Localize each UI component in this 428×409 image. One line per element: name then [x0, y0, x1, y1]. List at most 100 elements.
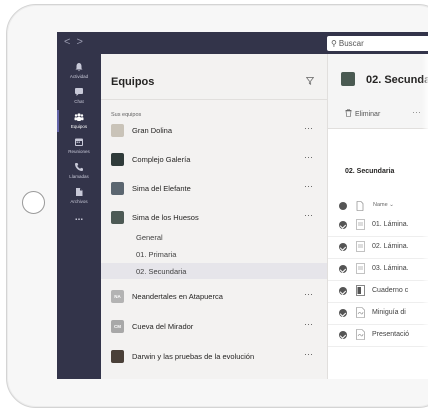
delete-button[interactable]: Eliminar — [345, 109, 380, 118]
filter-icon[interactable] — [306, 77, 314, 85]
more-options-icon[interactable]: ··· — [304, 152, 313, 162]
more-options-icon[interactable]: ··· — [304, 319, 313, 329]
rail-label: Archivos — [70, 199, 88, 204]
channel-name: 01. Primaria — [136, 250, 177, 259]
team-name: Neandertales en Atapuerca — [132, 292, 223, 301]
file-row[interactable]: Cuaderno c — [328, 280, 428, 303]
channel-item-secundaria[interactable]: 02. Secundaria — [101, 263, 327, 279]
check-icon[interactable] — [339, 265, 347, 273]
channel-item-general[interactable]: General — [101, 229, 327, 245]
teams-panel: Equipos Sus equipos Gran Dolina ··· Comp… — [101, 54, 328, 379]
file-list-header: Name ⌄ — [328, 199, 428, 213]
team-avatar — [111, 124, 124, 137]
rail-item-equipos[interactable]: Equipos — [57, 110, 101, 132]
nav-arrows: <> — [64, 36, 89, 48]
rail-label: Equipos — [70, 124, 88, 129]
file-row[interactable]: 03. Lámina. — [328, 258, 428, 281]
bell-icon — [75, 63, 83, 72]
team-item-neandertales[interactable]: NA Neandertales en Atapuerca ··· — [101, 286, 327, 306]
team-item-complejo-galeria[interactable]: Complejo Galería ··· — [101, 149, 327, 169]
pdf-icon — [356, 329, 365, 340]
notebook-icon — [356, 285, 365, 296]
file-name: Presentació — [372, 331, 409, 338]
breadcrumb: 02. Secundaria — [345, 168, 395, 175]
more-options-icon[interactable]: ··· — [304, 210, 313, 220]
team-avatar — [111, 153, 124, 166]
section-label: Sus equipos — [111, 112, 142, 118]
more-options-icon[interactable]: ··· — [304, 181, 313, 191]
rail-item-more[interactable]: ... — [57, 212, 101, 223]
teams-app-screen: <> ⚲ Buscar Actividad Chat Equipos Reunio… — [57, 32, 428, 379]
team-item-sima-del-elefante[interactable]: Sima del Elefante ··· — [101, 178, 327, 198]
check-icon[interactable] — [339, 309, 347, 317]
file-row[interactable]: 01. Lámina. — [328, 214, 428, 237]
check-icon[interactable] — [339, 221, 347, 229]
select-all-checkbox[interactable] — [339, 202, 347, 210]
rail-label: Llamadas — [69, 174, 89, 179]
team-name: Sima del Elefante — [132, 184, 191, 193]
file-name: Cuaderno c — [372, 287, 409, 294]
file-row[interactable]: Miniguía di — [328, 302, 428, 325]
calendar-icon — [75, 138, 83, 146]
document-icon — [356, 241, 365, 252]
panel-title: Equipos — [111, 76, 155, 88]
column-header-name[interactable]: Name ⌄ — [373, 202, 394, 208]
forward-arrow-icon[interactable]: > — [76, 36, 88, 48]
app-rail: Actividad Chat Equipos Reuniones Llamada… — [57, 54, 101, 379]
team-name: Cueva del Mirador — [132, 322, 194, 331]
rail-label: Reuniones — [68, 149, 90, 154]
teams-icon — [74, 113, 84, 121]
check-icon[interactable] — [339, 287, 347, 295]
more-options-icon[interactable]: ··· — [304, 289, 313, 299]
team-item-darwin[interactable]: Darwin y las pruebas de la evolución ··· — [101, 346, 327, 366]
rail-item-actividad[interactable]: Actividad — [57, 62, 101, 79]
toolbar-more-icon[interactable]: ··· — [412, 107, 421, 117]
rail-item-llamadas[interactable]: Llamadas — [57, 162, 101, 179]
edge-fade — [422, 54, 428, 379]
pdf-icon — [356, 307, 365, 318]
channel-title: 02. Secunda — [366, 74, 428, 86]
more-icon: ... — [74, 212, 84, 223]
home-button — [22, 191, 45, 214]
channel-name: 02. Secundaria — [136, 267, 187, 276]
trash-icon — [345, 109, 352, 117]
chat-icon — [75, 88, 83, 96]
files-icon — [76, 188, 83, 196]
file-name: 02. Lámina. — [372, 243, 409, 250]
files-toolbar: Eliminar ··· — [328, 100, 428, 129]
team-avatar — [111, 211, 124, 224]
more-options-icon[interactable]: ··· — [304, 349, 313, 359]
file-row[interactable]: Presentació — [328, 324, 428, 347]
divider — [101, 99, 327, 100]
team-avatar — [111, 350, 124, 363]
channel-name: General — [136, 233, 163, 242]
rail-item-archivos[interactable]: Archivos — [57, 187, 101, 204]
back-arrow-icon[interactable]: < — [64, 36, 76, 48]
check-icon[interactable] — [339, 331, 347, 339]
team-item-gran-dolina[interactable]: Gran Dolina ··· — [101, 120, 327, 140]
rail-item-chat[interactable]: Chat — [57, 87, 101, 104]
channel-item-primaria[interactable]: 01. Primaria — [101, 246, 327, 262]
team-name: Gran Dolina — [132, 126, 173, 135]
channel-header: 02. Secunda — [328, 54, 428, 100]
file-type-icon — [356, 201, 364, 211]
team-avatar — [111, 182, 124, 195]
file-name: Miniguía di — [372, 309, 406, 316]
rail-item-reuniones[interactable]: Reuniones — [57, 137, 101, 154]
team-name: Complejo Galería — [132, 155, 191, 164]
search-icon: ⚲ — [331, 39, 337, 48]
team-item-sima-de-los-huesos[interactable]: Sima de los Huesos ··· — [101, 207, 327, 227]
more-options-icon[interactable]: ··· — [304, 123, 313, 133]
phone-icon — [75, 163, 83, 171]
file-name: 01. Lámina. — [372, 221, 409, 228]
team-name: Sima de los Huesos — [132, 213, 199, 222]
file-row[interactable]: 02. Lámina. — [328, 236, 428, 259]
team-item-cueva-del-mirador[interactable]: CM Cueva del Mirador ··· — [101, 316, 327, 336]
search-placeholder: Buscar — [338, 39, 364, 48]
team-avatar: NA — [111, 290, 124, 303]
check-icon[interactable] — [339, 243, 347, 251]
delete-label: Eliminar — [355, 111, 381, 118]
search-input[interactable]: ⚲ Buscar — [327, 36, 428, 51]
team-name: Darwin y las pruebas de la evolución — [132, 352, 255, 361]
document-icon — [356, 263, 365, 274]
